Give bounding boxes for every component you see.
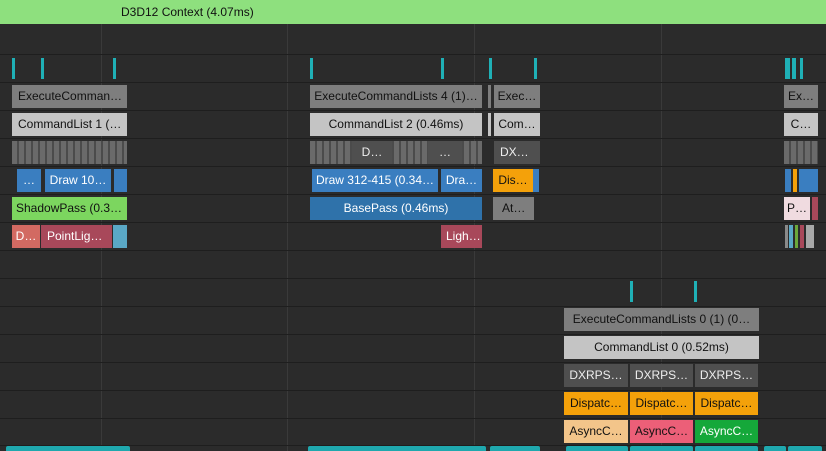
execute-command-lists-block[interactable]: Ex…: [784, 85, 818, 108]
dxrps-block[interactable]: DXRPS…: [630, 364, 693, 387]
event-marker[interactable]: [113, 58, 116, 79]
draw-block[interactable]: Draw 10…: [45, 169, 111, 192]
event-marker[interactable]: [792, 58, 796, 79]
light-block[interactable]: [806, 225, 814, 248]
grid-line: [287, 24, 288, 451]
row-separator: [0, 390, 826, 391]
draw-block[interactable]: [114, 169, 127, 192]
next-row-block[interactable]: [566, 446, 628, 451]
row-separator: [0, 54, 826, 55]
row-separator: [0, 110, 826, 111]
nested-event-blocks[interactable]: [784, 141, 818, 164]
nested-event-block[interactable]: DX…: [494, 141, 540, 164]
event-marker[interactable]: [785, 58, 790, 79]
row-separator: [0, 306, 826, 307]
next-row-block[interactable]: [695, 446, 758, 451]
next-row-block[interactable]: [788, 446, 822, 451]
draw-block[interactable]: [533, 169, 539, 192]
row-separator: [0, 82, 826, 83]
draw-block[interactable]: Draw 312-415 (0.34…: [312, 169, 438, 192]
row-separator: [0, 194, 826, 195]
row-separator: [0, 334, 826, 335]
event-marker[interactable]: [800, 58, 803, 79]
light-block[interactable]: [800, 225, 804, 248]
base-pass-block[interactable]: BasePass (0.46ms): [310, 197, 482, 220]
dispatch-block[interactable]: Dispatc…: [564, 392, 628, 415]
row-separator: [0, 166, 826, 167]
async-compute-block[interactable]: AsyncC…: [630, 420, 693, 443]
async-compute-block[interactable]: AsyncC…: [695, 420, 758, 443]
context-title: D3D12 Context (4.07ms): [121, 5, 254, 19]
nested-event-block[interactable]: D…: [352, 141, 392, 164]
light-block[interactable]: Ligh…: [441, 225, 482, 248]
nested-event-blocks[interactable]: [12, 141, 127, 164]
async-compute-block[interactable]: AsyncC…: [564, 420, 628, 443]
d3d12-context-bar[interactable]: D3D12 Context (4.07ms): [0, 0, 826, 24]
dispatch-block[interactable]: [793, 169, 797, 192]
command-list-block[interactable]: C…: [784, 113, 818, 136]
row-separator: [0, 222, 826, 223]
draw-block[interactable]: [799, 169, 818, 192]
draw-block[interactable]: Dra…: [441, 169, 482, 192]
dxrps-block[interactable]: DXRPS…: [564, 364, 628, 387]
shadow-pass-block[interactable]: ShadowPass (0.3…: [12, 197, 127, 220]
row-separator: [0, 250, 826, 251]
next-row-block[interactable]: [764, 446, 786, 451]
event-marker[interactable]: [41, 58, 44, 79]
dispatch-block[interactable]: Dispatc…: [630, 392, 693, 415]
row-separator: [0, 278, 826, 279]
execute-command-lists-block[interactable]: ExecuteCommandLists 0 (1) (0…: [564, 308, 759, 331]
light-block[interactable]: [785, 225, 788, 248]
event-marker[interactable]: [694, 281, 697, 302]
command-list-block[interactable]: [488, 113, 491, 136]
dxrps-block[interactable]: DXRPS…: [695, 364, 758, 387]
event-marker[interactable]: [441, 58, 444, 79]
light-block[interactable]: [795, 225, 798, 248]
event-marker[interactable]: [534, 58, 537, 79]
next-row-block[interactable]: [490, 446, 540, 451]
execute-command-lists-block[interactable]: Exec…: [494, 85, 540, 108]
row-separator: [0, 362, 826, 363]
dispatch-block[interactable]: Dis…: [493, 169, 533, 192]
light-block[interactable]: [789, 225, 793, 248]
event-marker[interactable]: [310, 58, 313, 79]
command-list-block[interactable]: CommandList 1 (…: [12, 113, 127, 136]
pass-block[interactable]: P…: [784, 197, 810, 220]
row-separator: [0, 418, 826, 419]
next-row-block[interactable]: [630, 446, 693, 451]
event-marker[interactable]: [489, 58, 492, 79]
next-row-block[interactable]: [308, 446, 486, 451]
draw-block[interactable]: [785, 169, 791, 192]
event-marker[interactable]: [630, 281, 633, 302]
point-light-block[interactable]: PointLig…: [41, 225, 112, 248]
pass-block[interactable]: [812, 197, 818, 220]
light-block[interactable]: D…: [12, 225, 40, 248]
event-marker[interactable]: [12, 58, 15, 79]
light-block[interactable]: [113, 225, 127, 248]
execute-command-lists-block[interactable]: ExecuteComman…: [12, 85, 127, 108]
execute-command-lists-block[interactable]: ExecuteCommandLists 4 (1)…: [310, 85, 482, 108]
nested-event-block[interactable]: …: [428, 141, 462, 164]
command-list-block[interactable]: CommandList 0 (0.52ms): [564, 336, 759, 359]
row-separator: [0, 138, 826, 139]
next-row-block[interactable]: [6, 446, 130, 451]
command-list-block[interactable]: CommandList 2 (0.46ms): [310, 113, 482, 136]
command-list-block[interactable]: Com…: [494, 113, 540, 136]
execute-command-lists-block[interactable]: [488, 85, 491, 108]
draw-block[interactable]: …: [17, 169, 41, 192]
pass-block[interactable]: At…: [493, 197, 534, 220]
dispatch-block[interactable]: Dispatc…: [695, 392, 758, 415]
